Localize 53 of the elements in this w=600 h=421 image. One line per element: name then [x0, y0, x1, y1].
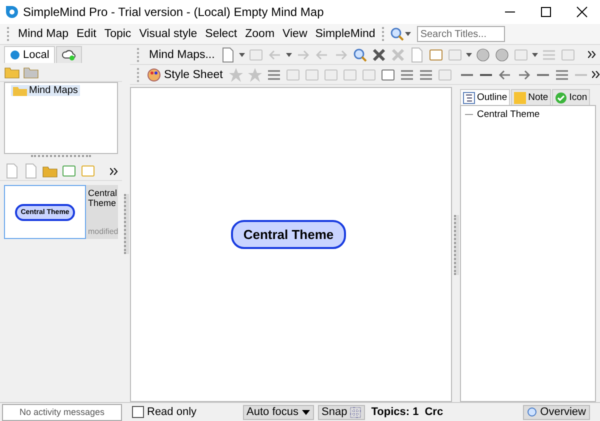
menu-item[interactable]: Zoom — [241, 28, 279, 40]
overview-button[interactable]: Overview — [523, 404, 590, 420]
mind-map-canvas[interactable]: Central Theme — [130, 87, 452, 402]
app-logo-icon — [6, 6, 18, 18]
tree-item[interactable]: Mind Maps — [11, 85, 80, 96]
dropdown-caret-icon[interactable] — [238, 52, 245, 56]
dropdown-caret-icon — [302, 410, 310, 414]
mind-maps-button[interactable]: Mind Maps... — [147, 48, 217, 60]
dropdown-caret-icon[interactable] — [286, 52, 292, 56]
more-icon[interactable] — [592, 71, 600, 78]
note-icon — [514, 92, 526, 104]
menu-item[interactable]: Visual style — [135, 28, 202, 40]
outline-item[interactable]: Central Theme — [477, 109, 540, 120]
central-topic-node[interactable]: Central Theme — [231, 220, 346, 249]
map-title: Central Theme — [88, 188, 116, 208]
crc-label: Crc — [424, 406, 444, 418]
menu-item[interactable]: SimpleMind — [311, 28, 380, 40]
grid-icon — [350, 406, 362, 418]
read-only-checkbox[interactable]: Read only — [132, 406, 197, 418]
menu-item[interactable]: Mind Map — [14, 28, 72, 40]
palette-icon — [147, 68, 161, 82]
more-icon[interactable] — [588, 51, 596, 58]
panel-tab[interactable]: Note — [511, 89, 552, 105]
dropdown-caret-icon[interactable] — [405, 32, 412, 36]
panel-tab[interactable]: Local — [4, 46, 56, 63]
star-icon[interactable] — [246, 66, 263, 82]
topics-count: Topics: 1 — [371, 406, 419, 418]
delete-icon[interactable] — [370, 46, 387, 62]
shape-icon[interactable] — [380, 66, 396, 82]
more-icon[interactable] — [110, 168, 118, 174]
panel-tab[interactable]: Outline — [460, 89, 510, 105]
window-title: SimpleMind Pro - Trial version - (Local) Empty Mind Map — [23, 5, 325, 19]
snap-button[interactable]: Snap — [318, 404, 366, 420]
panel-tab[interactable]: Icon — [552, 89, 590, 105]
star-icon[interactable] — [228, 66, 244, 82]
dropdown-caret-icon[interactable] — [532, 52, 538, 56]
menu-item[interactable]: Select — [201, 28, 242, 40]
menu-item[interactable]: Edit — [72, 28, 100, 40]
cloud-icon — [62, 49, 76, 61]
search-field[interactable]: Search Titles... — [417, 26, 506, 42]
style-sheet-button[interactable]: Style Sheet — [145, 68, 225, 82]
activity-messages: No activity messages — [2, 404, 122, 420]
menu-item[interactable]: Topic — [100, 28, 136, 40]
search-icon[interactable] — [352, 46, 368, 62]
dropdown-caret-icon[interactable] — [466, 52, 472, 56]
map-status: modified — [88, 227, 116, 236]
new-document-icon[interactable] — [4, 163, 20, 179]
auto-focus-dropdown[interactable]: Auto focus — [242, 404, 314, 420]
folder-icon — [13, 86, 27, 96]
search-icon[interactable] — [389, 26, 406, 42]
panel-tab[interactable] — [56, 46, 82, 63]
copy-icon[interactable] — [23, 163, 39, 179]
menu-item[interactable]: View — [278, 28, 312, 40]
